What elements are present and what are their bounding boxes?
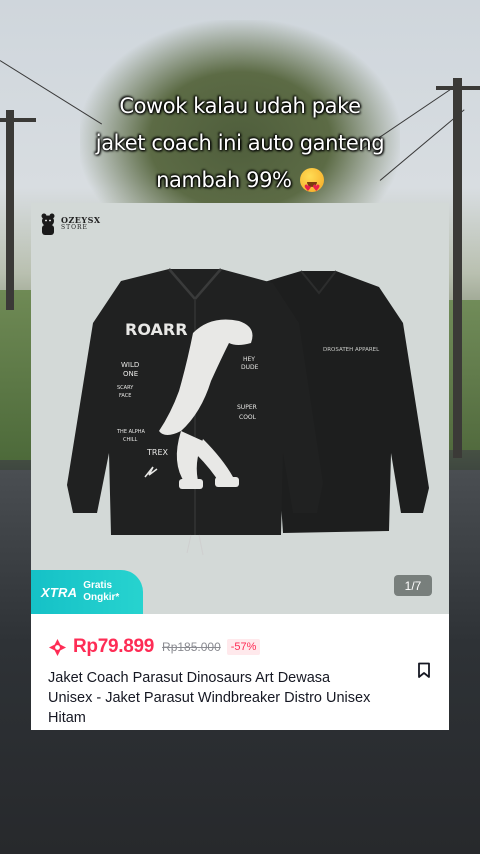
image-counter: 1/7 bbox=[394, 575, 432, 596]
badge-line-1: Gratis bbox=[83, 580, 113, 591]
back-print-text: DROSATEH APPAREL bbox=[323, 347, 380, 353]
product-photo[interactable]: OZEYSX STORE DROSATEH APPAREL ROARR WILD… bbox=[31, 203, 449, 614]
bear-logo-icon bbox=[41, 213, 55, 235]
utility-pole-left-bar bbox=[0, 118, 36, 122]
art-wild: WILD bbox=[121, 361, 139, 369]
xtra-logo: XTRA bbox=[41, 584, 78, 600]
art-hey: HEY bbox=[243, 356, 255, 363]
badge-line-2: Ongkir* bbox=[83, 592, 120, 603]
art-trex: TREX bbox=[146, 448, 169, 457]
caption-line-3: nambah 99% bbox=[40, 162, 440, 208]
art-dude: DUDE bbox=[241, 364, 259, 371]
heart-eyes-emoji-icon bbox=[299, 168, 324, 208]
art-cool: COOL bbox=[239, 414, 257, 421]
utility-pole-left bbox=[6, 110, 14, 310]
bookmark-icon[interactable] bbox=[417, 662, 431, 679]
caption-line-3-text: nambah 99% bbox=[156, 168, 292, 192]
current-price: Rp79.899 bbox=[73, 636, 155, 657]
art-one: ONE bbox=[123, 370, 138, 378]
utility-pole-right bbox=[453, 78, 462, 458]
caption-line-2: jaket coach ini auto ganteng bbox=[95, 131, 385, 155]
product-card[interactable]: OZEYSX STORE DROSATEH APPAREL ROARR WILD… bbox=[31, 203, 449, 730]
original-price: Rp185.000 bbox=[162, 640, 221, 654]
art-super: SUPER bbox=[237, 404, 257, 411]
price-row: Rp79.899 Rp185.000 -57% bbox=[48, 636, 261, 658]
art-face: FACE bbox=[119, 393, 131, 399]
flash-sale-icon bbox=[48, 638, 67, 656]
store-sub: STORE bbox=[61, 224, 88, 232]
video-caption: Cowok kalau udah pake jaket coach ini au… bbox=[40, 88, 440, 208]
art-scary: SCARY bbox=[117, 385, 134, 391]
art-the-alpha: THE ALPHA bbox=[116, 429, 146, 435]
art-roar: ROARR bbox=[125, 320, 188, 339]
jacket-image: DROSATEH APPAREL ROARR WILD ONE SCARY FA… bbox=[67, 268, 429, 556]
art-chill: CHILL bbox=[123, 437, 138, 443]
free-shipping-badge: XTRA Gratis Ongkir* bbox=[31, 570, 143, 614]
caption-line-1: Cowok kalau udah pake bbox=[119, 94, 361, 118]
product-title[interactable]: Jaket Coach Parasut Dinosaurs Art Dewasa… bbox=[48, 668, 378, 728]
store-logo-block: OZEYSX STORE bbox=[38, 212, 101, 236]
discount-badge: -57% bbox=[226, 639, 261, 655]
utility-pole-right-bar bbox=[436, 86, 480, 90]
